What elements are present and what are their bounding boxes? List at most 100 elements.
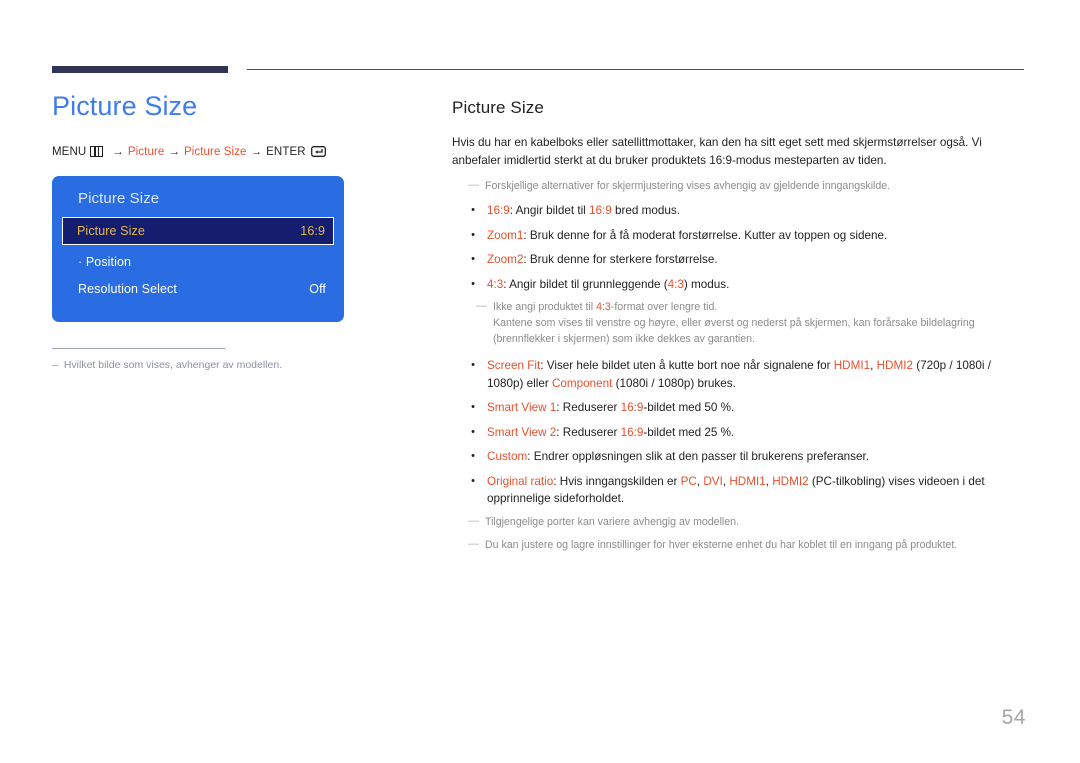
note-dash: — bbox=[468, 514, 479, 527]
bullet-highlight: 16:9 bbox=[589, 204, 612, 218]
breadcrumb-item-picture-size[interactable]: Picture Size bbox=[184, 146, 247, 158]
bullet-highlight: 4:3 bbox=[667, 277, 684, 291]
bullet-hdmi1: HDMI1 bbox=[729, 474, 766, 488]
bullet-rest-pre: : Bruk denne for å få moderat forstørrel… bbox=[523, 228, 888, 242]
bullet-part-1: : Viser hele bildet uten å kutte bort no… bbox=[540, 359, 834, 372]
bullet-pc: PC bbox=[680, 474, 697, 488]
bullet-text: Zoom1: Bruk denne for å få moderat forst… bbox=[487, 227, 1024, 245]
bullet-part-2: -bildet med 25 %. bbox=[643, 425, 735, 439]
bullet-dot-icon: • bbox=[471, 474, 475, 487]
osd-row-position[interactable]: · Position bbox=[52, 249, 344, 276]
bullet-zoom2: • Zoom2: Bruk denne for sterkere forstør… bbox=[468, 251, 1024, 269]
note-dash: — bbox=[476, 300, 487, 313]
menu-label: MENU bbox=[52, 145, 87, 158]
bullet-zoom1: • Zoom1: Bruk denne for å få moderat for… bbox=[468, 227, 1024, 245]
bullet-text: 4:3: Angir bildet til grunnleggende (4:3… bbox=[487, 276, 1024, 294]
bullet-term: 4:3 bbox=[487, 277, 504, 291]
bullet-part-1: : Reduserer bbox=[556, 401, 621, 415]
menu-breadcrumb: MENU → Picture → Picture Size → ENTER bbox=[52, 144, 412, 160]
bullet-hdmi2: HDMI2 bbox=[772, 474, 809, 488]
osd-row-resolution-select[interactable]: Resolution Select Off bbox=[52, 276, 344, 303]
bullet-text: Smart View 1: Reduserer 16:9-bildet med … bbox=[487, 399, 1024, 417]
bullet-text: 16:9: Angir bildet til 16:9 bred modus. bbox=[487, 202, 1024, 220]
bullet-term: Custom bbox=[487, 450, 528, 464]
bullet-dvi: DVI bbox=[703, 474, 723, 488]
note-4-3-warning: — Ikke angi produktet til 4:3-format ove… bbox=[476, 300, 1024, 348]
section-title: Picture Size bbox=[452, 98, 544, 117]
note-dash: — bbox=[468, 537, 479, 550]
bullet-term: Zoom1 bbox=[487, 228, 524, 242]
bullet-16-9: • 16:9: Angir bildet til 16:9 bred modus… bbox=[468, 202, 1024, 220]
bullet-rest-pre: : Angir bildet til grunnleggende ( bbox=[503, 277, 668, 291]
page-number: 54 bbox=[1001, 706, 1026, 729]
bullet-rest-post: bred modus. bbox=[611, 204, 680, 218]
osd-row-picture-size[interactable]: Picture Size 16:9 bbox=[62, 216, 334, 245]
bullet-term: 16:9 bbox=[487, 204, 510, 218]
bullet-term: Screen Fit bbox=[487, 359, 541, 372]
bullet-rest-pre: : Bruk denne for sterkere forstørrelse. bbox=[523, 253, 718, 267]
intro-paragraph: Hvis du har en kabelboks eller satellitt… bbox=[452, 136, 982, 168]
bullet-text: Custom: Endrer oppløsningen slik at den … bbox=[487, 448, 1024, 466]
bullet-dot-icon: • bbox=[471, 401, 475, 414]
bullet-component: Component bbox=[551, 376, 613, 390]
bullet-dot-icon: • bbox=[471, 450, 475, 463]
note-line1-post: -format over lengre tid. bbox=[610, 301, 718, 314]
note-line1-highlight: 4:3 bbox=[596, 301, 611, 314]
note-text: Du kan justere og lagre innstillinger fo… bbox=[485, 538, 958, 551]
bullet-part-1: : Hvis inngangskilden er bbox=[553, 474, 681, 488]
breadcrumb-arrow-3: → bbox=[250, 145, 263, 158]
bullet-original-ratio: • Original ratio: Hvis inngangskilden er… bbox=[468, 473, 1024, 508]
note-line2: Kantene som vises til venstre og høyre, … bbox=[493, 317, 975, 346]
bullet-hdmi1: HDMI1 bbox=[833, 359, 871, 372]
bullet-dot-icon: • bbox=[471, 204, 475, 217]
bullet-text: Smart View 2: Reduserer 16:9-bildet med … bbox=[487, 424, 1024, 442]
left-footnote: – Hvilket bilde som vises, avhenger av m… bbox=[52, 358, 412, 372]
left-footnote-rule bbox=[52, 347, 225, 349]
bullet-4-3: • 4:3: Angir bildet til grunnleggende (4… bbox=[468, 276, 1024, 294]
breadcrumb-item-picture[interactable]: Picture bbox=[128, 146, 165, 158]
bullet-part-2: -bildet med 50 %. bbox=[643, 401, 735, 415]
footnote-dash: – bbox=[52, 358, 58, 371]
page-title-left: Picture Size bbox=[52, 91, 198, 121]
bullet-term: Smart View 2 bbox=[487, 425, 557, 439]
breadcrumb-arrow-2: → bbox=[168, 145, 180, 158]
bullet-smart-view-2: • Smart View 2: Reduserer 16:9-bildet me… bbox=[468, 424, 1024, 442]
bullet-part-4: (1080i / 1080p) brukes. bbox=[612, 376, 736, 390]
note-line1-pre: Ikke angi produktet til bbox=[493, 301, 597, 314]
menu-grid-icon bbox=[90, 146, 104, 158]
note-available-ports: — Tilgjengelige porter kan variere avhen… bbox=[468, 515, 1024, 531]
osd-row-label: Picture Size bbox=[77, 223, 145, 238]
breadcrumb-arrow-1: → bbox=[112, 145, 124, 158]
footnote-text: Hvilket bilde som vises, avhenger av mod… bbox=[63, 358, 283, 371]
bullet-dot-icon: • bbox=[471, 253, 475, 266]
note-dash: — bbox=[468, 179, 479, 192]
left-column: Picture Size MENU → Picture → Picture Si… bbox=[52, 91, 412, 372]
header-rule-thick bbox=[52, 66, 228, 73]
header-rule-thin bbox=[247, 69, 1024, 70]
bullet-term: Original ratio bbox=[487, 474, 554, 488]
osd-row-value: Off bbox=[309, 282, 326, 297]
bullet-hdmi2: HDMI2 bbox=[876, 359, 913, 372]
note-store-settings: — Du kan justere og lagre innstillinger … bbox=[468, 538, 1024, 554]
osd-panel-title: Picture Size bbox=[78, 189, 160, 207]
bullet-screen-fit: • Screen Fit: Viser hele bildet uten å k… bbox=[468, 357, 1024, 392]
bullet-text: Screen Fit: Viser hele bildet uten å kut… bbox=[487, 357, 1024, 392]
bullet-highlight: 16:9 bbox=[620, 401, 644, 415]
bullet-dot-icon: • bbox=[471, 277, 475, 290]
bullet-part-1: : Reduserer bbox=[556, 425, 621, 439]
bullet-part-1: : Endrer oppløsningen slik at den passer… bbox=[527, 450, 869, 464]
bullet-text: Original ratio: Hvis inngangskilden er P… bbox=[487, 473, 1024, 508]
osd-menu-panel: Picture Size Picture Size 16:9 · Positio… bbox=[52, 175, 344, 322]
bullet-rest-pre: : Angir bildet til bbox=[509, 204, 590, 218]
bullet-text: Zoom2: Bruk denne for sterkere forstørre… bbox=[487, 251, 1024, 269]
note-input-source: — Forskjellige alternativer for skjermju… bbox=[468, 179, 1024, 195]
osd-row-label: · Position bbox=[78, 255, 132, 270]
bullet-rest-post: ) modus. bbox=[683, 277, 730, 291]
note-text: Tilgjengelige porter kan variere avhengi… bbox=[485, 515, 740, 528]
note-text: Ikke angi produktet til 4:3-format over … bbox=[493, 300, 1024, 348]
enter-return-icon bbox=[310, 146, 326, 158]
bullet-dot-icon: • bbox=[471, 359, 475, 371]
bullet-term: Zoom2 bbox=[487, 253, 524, 267]
osd-row-label: Resolution Select bbox=[78, 282, 177, 297]
bullet-custom: • Custom: Endrer oppløsningen slik at de… bbox=[468, 448, 1024, 466]
